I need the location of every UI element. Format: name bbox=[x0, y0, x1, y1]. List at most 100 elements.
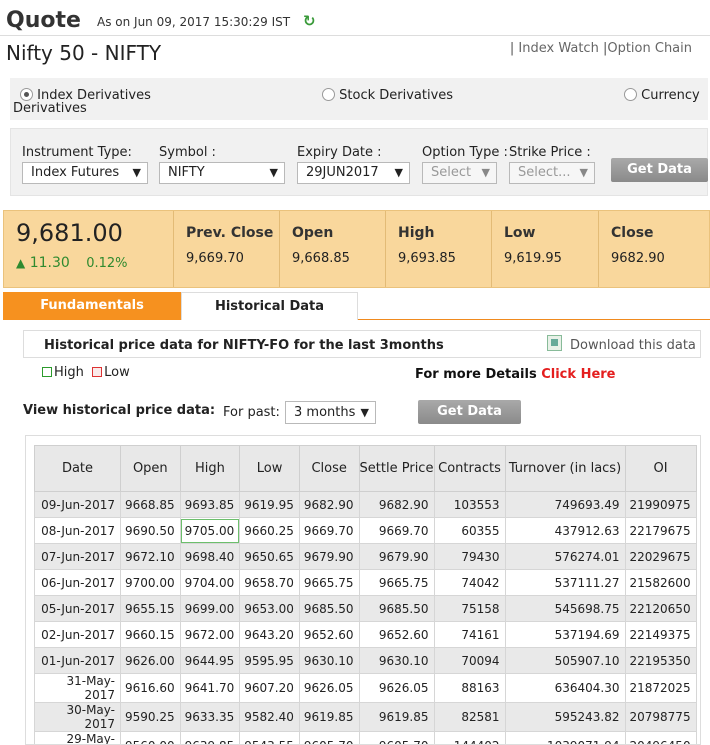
table-cell[interactable]: 9682.90 bbox=[298, 491, 360, 518]
expiry-date-select[interactable]: 29JUN2017 ▼ bbox=[297, 162, 410, 184]
table-cell[interactable]: 9699.00 bbox=[179, 595, 241, 622]
table-cell[interactable]: 06-Jun-2017 bbox=[34, 569, 121, 596]
table-cell[interactable]: 9672.10 bbox=[120, 543, 181, 570]
table-cell[interactable]: 9633.35 bbox=[179, 702, 241, 732]
table-cell[interactable]: 9658.70 bbox=[239, 569, 300, 596]
table-cell[interactable]: 537194.69 bbox=[504, 621, 626, 648]
table-cell[interactable]: 82581 bbox=[433, 702, 506, 732]
radio-currency[interactable]: Currency bbox=[624, 88, 700, 103]
table-cell[interactable]: 9679.90 bbox=[298, 543, 360, 570]
table-cell[interactable]: 9626.05 bbox=[358, 673, 435, 703]
download-data-link[interactable]: Download this data bbox=[570, 338, 696, 353]
spreadsheet-icon[interactable] bbox=[547, 335, 562, 351]
table-cell[interactable]: 9619.95 bbox=[239, 491, 300, 518]
table-cell[interactable]: 29-May-2017 bbox=[34, 731, 121, 744]
historical-table-container[interactable]: Date Open High Low Close Settle Price Contract… bbox=[25, 435, 701, 745]
radio-stock-derivatives[interactable]: Stock Derivatives bbox=[322, 88, 453, 103]
table-cell[interactable]: 9605.70 bbox=[358, 731, 435, 744]
table-cell[interactable]: 9626.00 bbox=[120, 647, 181, 674]
table-cell[interactable]: 9669.70 bbox=[358, 517, 435, 544]
radio-icon[interactable] bbox=[322, 88, 335, 101]
table-cell[interactable]: 576274.01 bbox=[504, 543, 626, 570]
table-cell[interactable]: 9619.85 bbox=[298, 702, 360, 732]
table-cell[interactable]: 9644.95 bbox=[179, 647, 241, 674]
table-cell[interactable]: 20798775 bbox=[624, 702, 697, 732]
table-cell[interactable]: 9698.40 bbox=[179, 543, 241, 570]
table-cell[interactable]: 9704.00 bbox=[179, 569, 241, 596]
table-cell[interactable]: 21582600 bbox=[624, 569, 697, 596]
table-cell[interactable]: 9652.60 bbox=[358, 621, 435, 648]
table-cell[interactable]: 74042 bbox=[433, 569, 506, 596]
refresh-icon[interactable]: ↻ bbox=[303, 12, 316, 30]
tab-historical-data[interactable]: Historical Data bbox=[181, 292, 358, 320]
table-cell[interactable]: 505907.10 bbox=[504, 647, 626, 674]
table-cell[interactable]: 9685.50 bbox=[298, 595, 360, 622]
table-cell[interactable]: 9660.25 bbox=[239, 517, 300, 544]
table-cell[interactable]: 1039071.94 bbox=[504, 731, 626, 744]
table-cell[interactable]: 9630.10 bbox=[298, 647, 360, 674]
symbol-select[interactable]: NIFTY ▼ bbox=[159, 162, 285, 184]
table-cell[interactable]: 103553 bbox=[433, 491, 506, 518]
strike-price-select[interactable]: Select... ▼ bbox=[509, 162, 595, 184]
historical-get-data-button[interactable]: Get Data bbox=[418, 400, 521, 424]
table-cell[interactable]: 9693.85 bbox=[179, 491, 241, 518]
instrument-type-select[interactable]: Index Futures ▼ bbox=[22, 162, 148, 184]
table-cell[interactable]: 22029675 bbox=[624, 543, 697, 570]
table-cell[interactable]: 537111.27 bbox=[504, 569, 626, 596]
table-cell[interactable]: 9595.95 bbox=[239, 647, 300, 674]
table-cell[interactable]: 9582.40 bbox=[239, 702, 300, 732]
table-cell[interactable]: 9619.85 bbox=[358, 702, 435, 732]
table-cell[interactable]: 9682.90 bbox=[358, 491, 435, 518]
table-cell[interactable]: 9655.15 bbox=[120, 595, 181, 622]
tab-fundamentals[interactable]: Fundamentals bbox=[3, 292, 181, 320]
table-cell[interactable]: 02-Jun-2017 bbox=[34, 621, 121, 648]
table-cell[interactable]: 9690.50 bbox=[120, 517, 181, 544]
table-cell[interactable]: 9605.70 bbox=[298, 731, 360, 744]
table-cell[interactable]: 22120650 bbox=[624, 595, 697, 622]
table-cell[interactable]: 9700.00 bbox=[120, 569, 181, 596]
table-cell[interactable]: 9543.55 bbox=[239, 731, 300, 744]
table-cell[interactable]: 9650.65 bbox=[239, 543, 300, 570]
period-select[interactable]: 3 months ▼ bbox=[285, 401, 376, 424]
radio-icon[interactable] bbox=[624, 88, 637, 101]
table-cell[interactable]: 08-Jun-2017 bbox=[34, 517, 121, 544]
table-cell[interactable]: 9626.05 bbox=[298, 673, 360, 703]
table-cell[interactable]: 9560.00 bbox=[120, 731, 181, 744]
table-cell[interactable]: 9590.25 bbox=[120, 702, 181, 732]
table-cell[interactable]: 05-Jun-2017 bbox=[34, 595, 121, 622]
index-watch-link[interactable]: Index Watch bbox=[518, 41, 598, 56]
table-cell[interactable]: 9639.85 bbox=[179, 731, 241, 744]
table-cell[interactable]: 09-Jun-2017 bbox=[34, 491, 121, 518]
table-cell[interactable]: 749693.49 bbox=[504, 491, 626, 518]
table-cell[interactable]: 9630.10 bbox=[358, 647, 435, 674]
table-cell[interactable]: 9672.00 bbox=[179, 621, 241, 648]
table-cell[interactable]: 70094 bbox=[433, 647, 506, 674]
table-cell[interactable]: 20496450 bbox=[624, 731, 697, 744]
table-cell[interactable]: 437912.63 bbox=[504, 517, 626, 544]
table-cell[interactable]: 9660.15 bbox=[120, 621, 181, 648]
table-cell[interactable]: 22179675 bbox=[624, 517, 697, 544]
option-type-select[interactable]: Select ▼ bbox=[422, 162, 497, 184]
option-chain-link[interactable]: Option Chain bbox=[607, 41, 692, 56]
table-cell[interactable]: 9705.00 bbox=[179, 517, 241, 544]
table-cell[interactable]: 9641.70 bbox=[179, 673, 241, 703]
table-cell[interactable]: 9616.60 bbox=[120, 673, 181, 703]
table-cell[interactable]: 9665.75 bbox=[298, 569, 360, 596]
radio-selected-icon[interactable] bbox=[20, 88, 33, 101]
table-cell[interactable]: 636404.30 bbox=[504, 673, 626, 703]
table-cell[interactable]: 9643.20 bbox=[239, 621, 300, 648]
table-cell[interactable]: 60355 bbox=[433, 517, 506, 544]
table-cell[interactable]: 9668.85 bbox=[120, 491, 181, 518]
table-cell[interactable]: 21872025 bbox=[624, 673, 697, 703]
table-cell[interactable]: 9685.50 bbox=[358, 595, 435, 622]
table-cell[interactable]: 07-Jun-2017 bbox=[34, 543, 121, 570]
table-cell[interactable]: 9665.75 bbox=[358, 569, 435, 596]
table-cell[interactable]: 75158 bbox=[433, 595, 506, 622]
table-cell[interactable]: 9669.70 bbox=[298, 517, 360, 544]
table-cell[interactable]: 21990975 bbox=[624, 491, 697, 518]
table-cell[interactable]: 9679.90 bbox=[358, 543, 435, 570]
table-cell[interactable]: 31-May-2017 bbox=[34, 673, 121, 703]
table-cell[interactable]: 79430 bbox=[433, 543, 506, 570]
table-cell[interactable]: 22195350 bbox=[624, 647, 697, 674]
table-cell[interactable]: 9653.00 bbox=[239, 595, 300, 622]
